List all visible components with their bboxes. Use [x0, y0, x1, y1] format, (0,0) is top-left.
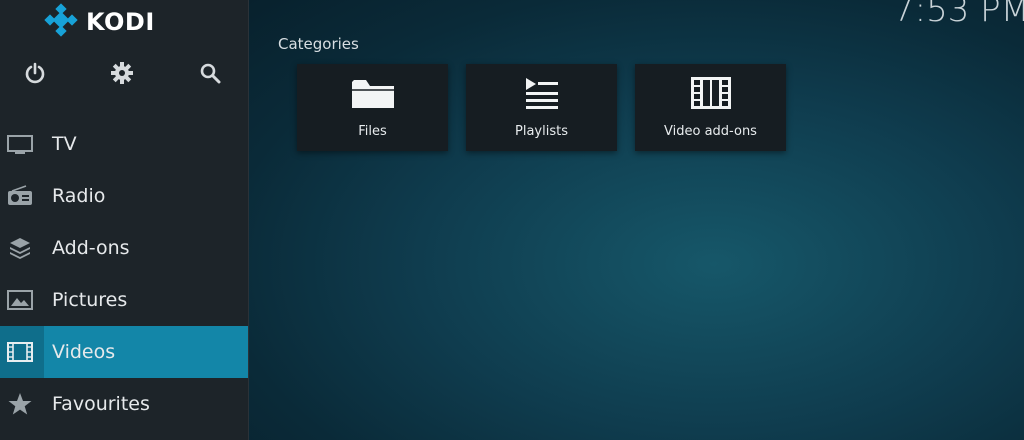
- pictures-icon: [0, 274, 44, 326]
- menu-item-pictures[interactable]: Pictures: [0, 274, 248, 326]
- power-button[interactable]: [18, 58, 52, 92]
- clock: 7:53 PM: [893, 0, 1024, 30]
- menu-item-label: Favourites: [52, 393, 150, 415]
- top-icon-bar: [0, 58, 248, 92]
- tile-video-addons[interactable]: Video add-ons: [635, 64, 786, 151]
- menu-item-videos[interactable]: Videos: [0, 326, 248, 378]
- menu-item-favourites[interactable]: Favourites: [0, 378, 248, 430]
- category-tiles: Files Playlists Video add-ons: [297, 64, 786, 151]
- kodi-logo-text: KODI: [86, 8, 155, 36]
- tile-label: Video add-ons: [664, 124, 757, 139]
- kodi-logo[interactable]: KODI: [44, 3, 155, 41]
- main-content: 7:53 PM Categories Files Playlists Video…: [249, 0, 1024, 440]
- menu-item-tv[interactable]: TV: [0, 118, 248, 170]
- main-menu: TV Radio Add-ons Pictures Videos Favouri…: [0, 118, 248, 430]
- radio-icon: [0, 170, 44, 222]
- power-icon: [24, 62, 46, 88]
- tile-playlists[interactable]: Playlists: [466, 64, 617, 151]
- addons-icon: [0, 222, 44, 274]
- star-icon: [0, 378, 44, 430]
- gear-icon: [110, 61, 134, 89]
- kodi-logo-icon: [44, 3, 78, 41]
- tile-label: Files: [358, 124, 387, 139]
- kodi-window: KODI TV Radio Add-ons Pictures Videos Fa…: [0, 0, 1024, 440]
- menu-item-radio[interactable]: Radio: [0, 170, 248, 222]
- menu-item-label: Add-ons: [52, 237, 130, 259]
- film-icon: [0, 326, 44, 378]
- menu-item-label: TV: [52, 133, 77, 155]
- menu-item-label: Pictures: [52, 289, 128, 311]
- settings-button[interactable]: [105, 58, 139, 92]
- tile-files[interactable]: Files: [297, 64, 448, 151]
- search-button[interactable]: [193, 58, 227, 92]
- menu-item-label: Videos: [52, 341, 116, 363]
- folder-icon: [350, 76, 396, 110]
- menu-item-label: Radio: [52, 185, 106, 207]
- playlist-icon: [524, 76, 560, 110]
- sidebar: KODI TV Radio Add-ons Pictures Videos Fa…: [0, 0, 249, 440]
- menu-item-addons[interactable]: Add-ons: [0, 222, 248, 274]
- search-icon: [199, 62, 221, 88]
- section-title: Categories: [278, 35, 359, 53]
- film-strip-icon: [690, 76, 731, 110]
- tile-label: Playlists: [515, 124, 568, 139]
- tv-icon: [0, 118, 44, 170]
